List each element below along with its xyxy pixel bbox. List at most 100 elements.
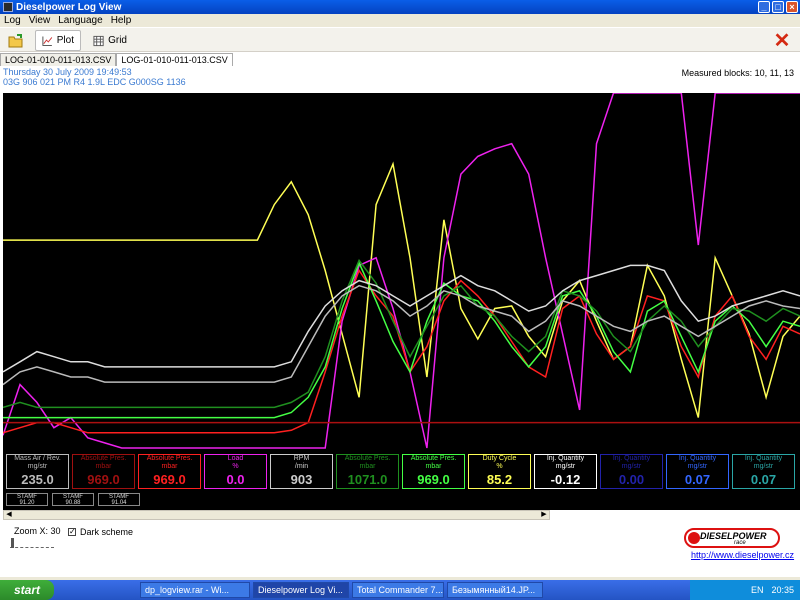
panel-title: Inj. Quantity	[678, 455, 717, 462]
plot-view-button[interactable]: Plot	[35, 30, 81, 51]
panel-unit: mg/str	[753, 463, 774, 470]
stamf-box: STAMF 90.88	[52, 493, 94, 506]
chart-icon	[42, 36, 53, 46]
menu-bar: Log View Language Help	[0, 14, 800, 27]
clock: 20:35	[771, 585, 794, 595]
panel-title: RPM	[293, 455, 310, 462]
menu-help[interactable]: Help	[107, 15, 136, 26]
panel-title: Absolute Pres.	[80, 455, 127, 462]
panel-unit: %	[232, 463, 239, 470]
zoom-slider[interactable]	[10, 542, 54, 548]
task-rar[interactable]: dp_logview.rar - Wi...	[140, 582, 250, 598]
menu-view[interactable]: View	[25, 15, 55, 26]
logo-mark-icon	[688, 532, 700, 544]
grid-icon	[93, 35, 104, 46]
maximize-button[interactable]: □	[772, 1, 784, 13]
value-panel: Absolute Pres. mbar 969.0	[138, 454, 201, 489]
stamf-value: 91.20	[19, 500, 35, 506]
open-file-button[interactable]	[2, 30, 30, 51]
zoom-label: Zoom X: 30	[14, 526, 61, 536]
value-panel: Inj. Quantity mg/str 0.00	[600, 454, 663, 489]
panel-value: -0.12	[550, 472, 581, 487]
taskbar: start dp_logview.rar - Wi... Dieselpower…	[0, 580, 800, 600]
panel-unit: mbar	[95, 463, 112, 470]
panel-value: 1071.0	[347, 472, 388, 487]
language-indicator[interactable]: EN	[751, 585, 764, 595]
log-info: Thursday 30 July 2009 19:49:53 03G 906 0…	[3, 67, 186, 87]
stamf-box: STAMF 91.20	[6, 493, 48, 506]
website-link[interactable]: http://www.dieselpower.cz	[691, 550, 794, 560]
panel-value: 0.07	[684, 472, 711, 487]
panel-title: Inj. Quantity	[546, 455, 585, 462]
task-logview[interactable]: Dieselpower Log Vi...	[253, 582, 349, 598]
system-tray: EN 20:35	[690, 580, 800, 600]
panel-title: Load	[227, 455, 244, 462]
panel-value: 969.0	[87, 472, 120, 487]
panel-unit: mg/str	[621, 463, 642, 470]
value-panel: RPM/min 903	[270, 454, 333, 489]
panel-unit: /min	[294, 463, 309, 470]
app-icon	[3, 2, 13, 12]
app-window: Dieselpower Log View _ □ × Log View Lang…	[0, 0, 800, 577]
panel-value: 235.0	[21, 472, 54, 487]
value-panels: Mass Air / Rev. mg/str 235.0 Absolute Pres.…	[3, 93, 800, 510]
value-panel: Absolute Pres. mbar 1071.0	[336, 454, 399, 489]
panel-title: Absolute Pres.	[410, 455, 457, 462]
panel-unit: mg/str	[555, 463, 576, 470]
close-log-button[interactable]: ✕	[770, 30, 794, 52]
dieselpower-logo: DIESELPOWER race engineering	[684, 528, 780, 548]
value-panel: Absolute Pres. mbar 969.0	[72, 454, 135, 489]
start-button[interactable]: start	[0, 580, 54, 600]
ecu-id: 03G 906 021 PM R4 1.9L EDC G000SG 1136	[3, 77, 186, 87]
panel-value: 85.2	[486, 472, 513, 487]
logo-subtext: race engineering	[734, 540, 746, 546]
close-window-button[interactable]: ×	[786, 1, 798, 13]
panel-unit: mbar	[359, 463, 376, 470]
value-panel: Duty Cycle% 85.2	[468, 454, 531, 489]
panel-value: 0.07	[750, 472, 777, 487]
value-panel: Inj. Quantity mg/str 0.07	[666, 454, 729, 489]
grid-label: Grid	[108, 35, 127, 46]
grid-view-button[interactable]: Grid	[87, 30, 133, 51]
task-image[interactable]: Безымянный14.JP...	[447, 582, 543, 598]
value-panel: Inj. Quantity mg/str -0.12	[534, 454, 597, 489]
panel-value: 0.00	[618, 472, 645, 487]
toolbar: Plot Grid ✕	[0, 28, 800, 52]
task-total-commander[interactable]: Total Commander 7...	[352, 582, 444, 598]
plot-area[interactable]: Mass Air / Rev. mg/str 235.0 Absolute Pres.…	[3, 93, 800, 510]
panel-value: 969.0	[153, 472, 186, 487]
minimize-button[interactable]: _	[758, 1, 770, 13]
panel-value: 903	[290, 472, 313, 487]
value-panel: Load% 0.0	[204, 454, 267, 489]
file-tabs: LOG-01-010-011-013.CSV LOG-01-010-011-01…	[0, 53, 800, 66]
zoom-slider-thumb[interactable]	[11, 538, 14, 548]
folder-open-icon	[8, 33, 23, 47]
window-title: Dieselpower Log View	[16, 1, 122, 13]
scroll-left-arrow[interactable]: ◀	[4, 511, 14, 519]
panel-title: Inj. Quantity	[612, 455, 651, 462]
value-panel: Inj. Quantity mg/str 0.07	[732, 454, 795, 489]
value-panel: Mass Air / Rev. mg/str 235.0	[6, 454, 69, 489]
panel-unit: mg/str	[687, 463, 708, 470]
menu-language[interactable]: Language	[54, 15, 107, 26]
close-icon: ✕	[773, 30, 791, 52]
panel-unit: mbar	[425, 463, 442, 470]
tab-log-file-2[interactable]: LOG-01-010-011-013.CSV	[116, 53, 233, 66]
stamf-box: STAMF 91.04	[98, 493, 140, 506]
log-date: Thursday 30 July 2009 19:49:53	[3, 67, 132, 77]
measured-blocks: Measured blocks: 10, 11, 13	[681, 68, 794, 78]
panel-unit: mbar	[161, 463, 178, 470]
panel-title: Inj. Quantity	[744, 455, 783, 462]
panel-title: Absolute Pres.	[146, 455, 193, 462]
plot-scrollbar[interactable]: ◀ ▶	[3, 510, 550, 520]
title-bar: Dieselpower Log View _ □ ×	[0, 0, 800, 14]
value-panel: Absolute Pres. mbar 969.0	[402, 454, 465, 489]
menu-log[interactable]: Log	[0, 15, 25, 26]
bottom-panel: Zoom X: 30 ✓ Dark scheme DIESELPOWER rac…	[0, 520, 800, 577]
tab-log-file-1[interactable]: LOG-01-010-011-013.CSV	[0, 53, 117, 66]
stamf-value: 90.88	[65, 500, 81, 506]
panel-value: 969.0	[417, 472, 450, 487]
scroll-right-arrow[interactable]: ▶	[539, 511, 549, 519]
dark-scheme-checkbox[interactable]: ✓	[68, 528, 76, 536]
panel-title: Mass Air / Rev.	[14, 455, 61, 462]
